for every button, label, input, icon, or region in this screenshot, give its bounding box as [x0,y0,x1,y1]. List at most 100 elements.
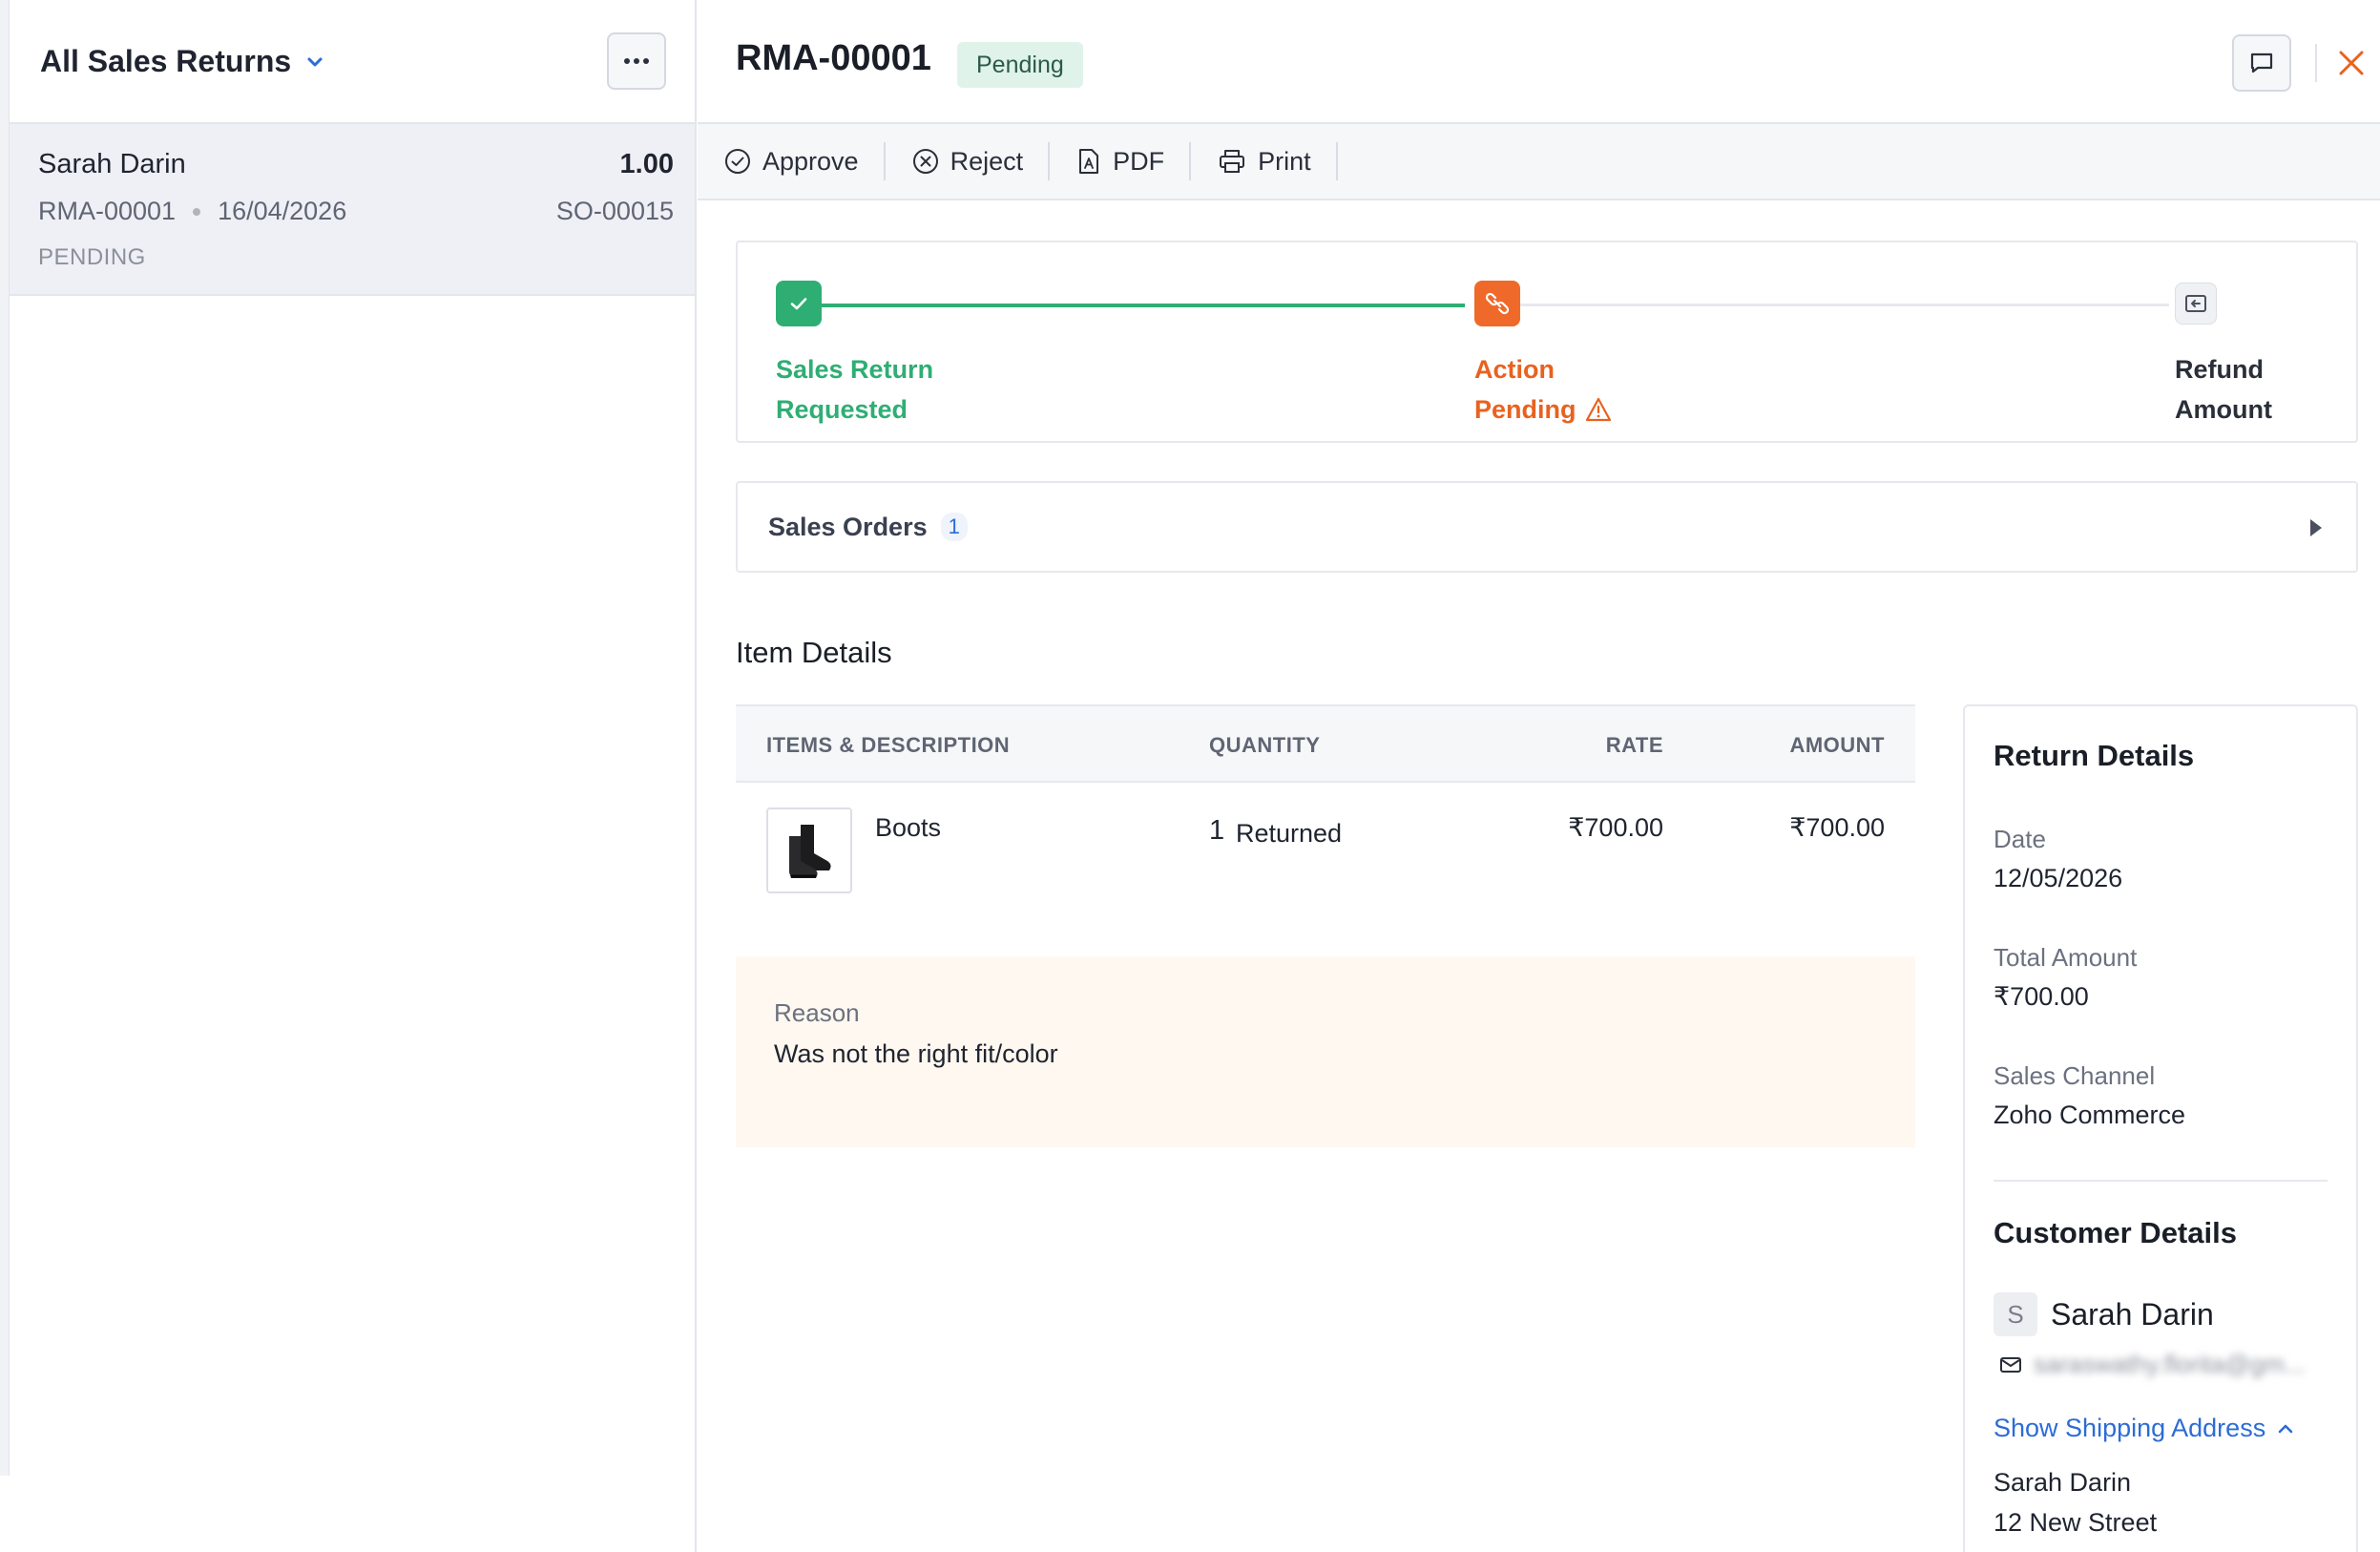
row-status: PENDING [38,244,146,270]
row-rma-number: RMA-00001 [38,197,177,225]
printer-icon [1220,150,1245,173]
date-value: 12/05/2026 [1994,864,2123,892]
item-rate: ₹700.00 [1568,813,1663,842]
pdf-icon [1079,149,1099,174]
step-refund-line2: Amount [2175,395,2272,424]
divider [1994,1180,2328,1182]
mail-icon [2000,1356,2021,1373]
step-refund-label: Refund Amount [2175,349,2366,430]
comments-button[interactable] [2232,34,2291,92]
customer-name[interactable]: Sarah Darin [2051,1297,2214,1332]
left-gutter [0,0,10,1476]
table-row: Boots 1 Returned ₹700.00 ₹700.00 [736,783,1915,897]
chevron-up-icon [2278,1424,2293,1433]
col-header-amount: AMOUNT [1789,733,1885,757]
item-quantity: 1 [1209,815,1225,846]
items-table: ITEMS & DESCRIPTION QUANTITY RATE AMOUNT… [736,704,1915,897]
step-requested-line2: Requested [776,395,908,424]
separator-dot [193,207,201,216]
detail-pane: RMA-00001 Pending Approve Reject PDF Pri… [698,0,2380,1552]
date-label: Date [1994,825,2046,853]
row-amount: 1.00 [619,149,674,179]
total-amount-value: ₹700.00 [1994,982,2089,1011]
pdf-label: PDF [1113,146,1165,176]
step-requested-label: Sales Return Requested [776,349,1062,430]
address-line-1: Sarah Darin [1994,1468,2132,1497]
list-item[interactable]: Sarah Darin 1.00 RMA-00001 16/04/2026 SO… [10,124,695,296]
step-refund-icon [2175,283,2217,325]
print-button[interactable]: Print [1214,142,1338,180]
close-button[interactable] [2334,46,2369,80]
row-customer-name: Sarah Darin [38,149,186,179]
list-header: All Sales Returns [10,0,695,124]
check-circle-icon [725,149,750,174]
shipping-address: Sarah Darin 12 New Street Chennai, Tamil… [1994,1462,2328,1552]
customer-email-row: saraswathy.florita@gm... [1994,1350,2328,1379]
col-header-rate: RATE [1605,733,1663,757]
row-date: 16/04/2026 [218,197,347,225]
reject-button[interactable]: Reject [908,142,1051,180]
approve-button[interactable]: Approve [720,142,886,180]
step-action-line2: Pending [1474,395,1576,424]
step-requested-line1: Sales Return [776,355,934,384]
progress-line-pending [1492,304,2169,306]
address-line-2: 12 New Street [1994,1508,2158,1537]
status-badge: Pending [957,42,1083,88]
chevron-down-icon[interactable] [306,53,324,71]
print-label: Print [1258,146,1311,176]
avatar: S [1994,1292,2037,1336]
return-details-panel: Return Details Date 12/05/2026 Total Amo… [1963,704,2358,1552]
item-name: Boots [875,813,942,842]
col-header-items: ITEMS & DESCRIPTION [766,733,1011,757]
boots-image-icon [789,825,831,878]
show-shipping-address-label: Show Shipping Address [1994,1414,2266,1442]
return-details-title: Return Details [1994,739,2195,772]
item-amount: ₹700.00 [1789,813,1885,842]
row-sales-order: SO-00015 [555,197,674,225]
expand-arrow-icon[interactable] [2310,519,2322,536]
item-thumbnail [766,807,852,893]
x-circle-icon [912,149,938,174]
step-action-line1: Action [1474,355,1555,384]
app-root: All Sales Returns Sarah Darin 1.00 RMA-0… [0,0,2380,1552]
list-pane: All Sales Returns Sarah Darin 1.00 RMA-0… [10,0,697,1552]
step-refund-line1: Refund [2175,355,2264,384]
approve-label: Approve [762,146,859,176]
action-toolbar: Approve Reject PDF Print [698,124,2380,200]
status-progress-tracker: Sales Return Requested Action Pending Re… [736,241,2358,443]
sales-orders-section[interactable]: Sales Orders 1 [736,481,2358,573]
warning-icon[interactable] [1584,396,1613,423]
address-line-3: Chennai, Tamil Nadu [1994,1542,2328,1552]
step-requested-check-icon [776,281,822,326]
reason-box: Reason Was not the right fit/color [736,956,1915,1147]
col-header-quantity: QUANTITY [1209,733,1321,757]
sales-channel-value: Zoho Commerce [1994,1101,2186,1129]
header-divider [2315,44,2317,82]
item-quantity-label: Returned [1236,819,1343,848]
customer-details-title: Customer Details [1994,1216,2237,1249]
close-icon [2339,51,2364,75]
step-action-label: Action Pending [1474,349,1761,430]
table-header: ITEMS & DESCRIPTION QUANTITY RATE AMOUNT [736,704,1915,783]
more-horizontal-icon [624,58,649,64]
sales-orders-label: Sales Orders [768,512,928,541]
pdf-button[interactable]: PDF [1073,142,1192,180]
progress-line-complete [797,304,1465,307]
customer-row: S Sarah Darin [1994,1292,2328,1336]
total-amount-label: Total Amount [1994,943,2138,972]
row-meta: RMA-00001 16/04/2026 [38,197,346,226]
comment-icon [2250,52,2273,73]
show-shipping-address-link[interactable]: Show Shipping Address [1994,1414,2328,1443]
reason-label: Reason [774,998,860,1027]
page-title: RMA-00001 [736,38,931,78]
item-details-title: Item Details [736,636,892,669]
reason-value: Was not the right fit/color [774,1039,1058,1068]
sales-channel-label: Sales Channel [1994,1061,2156,1090]
more-options-button[interactable] [607,32,666,90]
reject-label: Reject [950,146,1024,176]
step-action-link-icon [1474,281,1520,326]
detail-header: RMA-00001 Pending [698,0,2380,124]
sales-orders-count-badge: 1 [940,513,968,541]
customer-email: saraswathy.florita@gm... [2034,1350,2306,1378]
list-view-selector[interactable]: All Sales Returns [40,44,291,79]
